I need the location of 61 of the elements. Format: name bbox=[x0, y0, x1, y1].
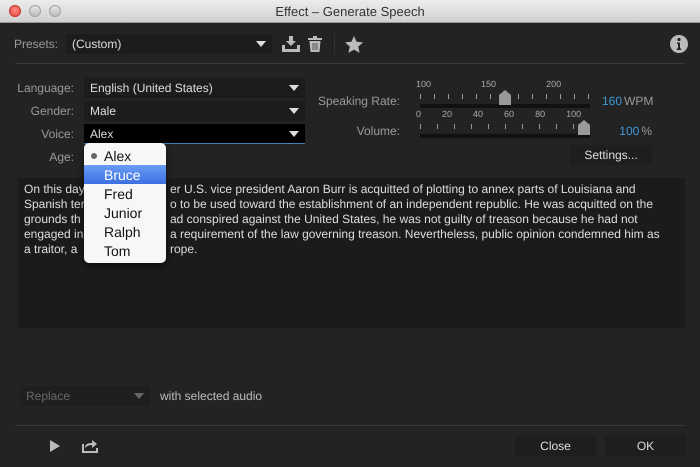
text-line: rope. bbox=[170, 242, 198, 257]
download-icon[interactable] bbox=[282, 36, 300, 52]
slider-label: Volume: bbox=[356, 124, 400, 138]
export-icon[interactable] bbox=[82, 438, 98, 452]
presets-label: Presets: bbox=[14, 37, 58, 51]
text-line: a requirement of the law governing treason. Nevertheless, public opinion condemned him as bbox=[170, 227, 660, 242]
field-label: Gender: bbox=[30, 104, 74, 118]
slider-track[interactable] bbox=[420, 90, 590, 108]
caret-icon bbox=[289, 108, 299, 114]
caret-icon bbox=[289, 130, 299, 136]
menu-item[interactable]: Junior bbox=[84, 203, 166, 222]
tick-label: 100 bbox=[566, 109, 582, 120]
menu-item[interactable]: Ralph bbox=[84, 222, 166, 241]
field-label: Language: bbox=[16, 81, 74, 95]
tick-label: 80 bbox=[535, 109, 546, 120]
text-line: er U.S. vice president Aaron Burr is acquitted of plotting to annex parts of Louisiana and bbox=[170, 182, 636, 197]
tick-label: 200 bbox=[546, 79, 562, 90]
tick-label: 20 bbox=[442, 109, 452, 120]
text-line: grounds th bbox=[24, 212, 81, 226]
text-line: ad conspired against the United States, he was not guilty of treason because he had not bbox=[170, 212, 638, 227]
menu-item[interactable]: Alex bbox=[84, 146, 166, 165]
menu-item[interactable]: Fred bbox=[84, 184, 166, 203]
tick-label: 0 bbox=[416, 109, 422, 120]
dropdown[interactable]: Alex bbox=[84, 124, 305, 144]
text-line: engaged in bbox=[24, 227, 84, 241]
settings-button[interactable]: Settings... bbox=[570, 145, 652, 165]
caret-icon bbox=[134, 393, 144, 399]
dropdown[interactable]: English (United States) bbox=[84, 78, 305, 98]
trash-icon[interactable] bbox=[308, 36, 322, 52]
field-label: Age: bbox=[48, 150, 74, 164]
tick-label: 150 bbox=[481, 79, 496, 90]
text-line: Spanish ter bbox=[24, 197, 85, 211]
slider-value[interactable]: 160 bbox=[602, 94, 622, 108]
replace-note: with selected audio bbox=[160, 389, 262, 403]
menu-item[interactable]: Bruce bbox=[84, 165, 166, 184]
caret-icon bbox=[289, 85, 299, 91]
slider-track[interactable] bbox=[420, 120, 590, 138]
tick-label: 40 bbox=[473, 109, 484, 120]
close-button[interactable] bbox=[9, 5, 21, 17]
dropdown[interactable]: Male bbox=[84, 101, 305, 121]
text-line: On this day bbox=[24, 182, 85, 196]
caret-icon bbox=[256, 41, 266, 47]
slider-label: Speaking Rate: bbox=[316, 94, 400, 108]
menu-item[interactable]: Tom bbox=[84, 241, 166, 260]
dialog-button[interactable]: OK bbox=[605, 435, 686, 456]
star-icon[interactable] bbox=[345, 36, 364, 52]
slider-thumb[interactable] bbox=[499, 90, 511, 105]
tick-label: 100 bbox=[416, 79, 432, 90]
text-line: o to be used toward the establishment of an independent republic. He was acquitted on the bbox=[170, 197, 653, 212]
presets-dropdown[interactable]: (Custom) bbox=[66, 34, 272, 54]
play-icon[interactable] bbox=[50, 440, 60, 452]
slider-value[interactable]: 100 bbox=[619, 124, 640, 138]
info-icon[interactable] bbox=[670, 35, 688, 53]
tick-label: 60 bbox=[504, 109, 514, 120]
window-title: Effect – Generate Speech bbox=[275, 4, 425, 18]
unit-label: WPM bbox=[624, 94, 654, 108]
unit-label: % bbox=[641, 124, 652, 138]
field-label: Voice: bbox=[40, 127, 74, 141]
slider-thumb[interactable] bbox=[578, 120, 590, 135]
text-line: a traitor, a bbox=[24, 242, 78, 256]
dialog-button[interactable]: Close bbox=[515, 435, 596, 456]
